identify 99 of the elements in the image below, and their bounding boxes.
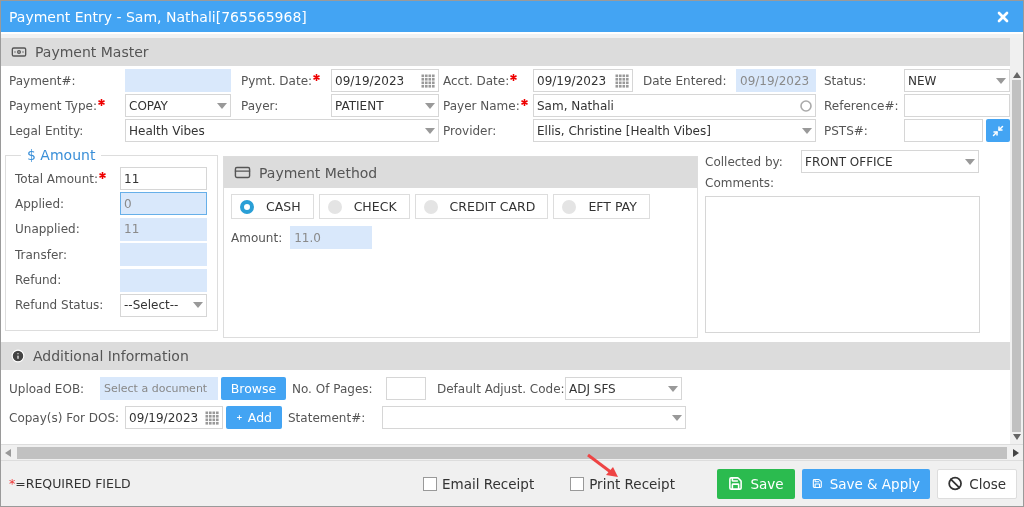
- save-icon: [812, 476, 823, 491]
- field-label: Pymt. Date:: [241, 73, 321, 88]
- field-label: Amount:: [231, 230, 283, 245]
- caret-icon: [193, 302, 203, 309]
- required-icon: [510, 73, 518, 81]
- receipt-checkbox[interactable]: Print Receipt: [570, 475, 675, 492]
- lookup-field[interactable]: Sam, Nathali: [533, 94, 816, 117]
- field-label: Unapplied:: [15, 222, 81, 237]
- field-label: Collected by:: [705, 154, 784, 169]
- field-label: Refund Status:: [15, 298, 105, 313]
- text-field[interactable]: 11: [120, 167, 207, 190]
- field-label: Applied:: [15, 196, 66, 211]
- caret-icon: [217, 102, 227, 109]
- compress-icon: [992, 124, 1004, 137]
- scroll-left-icon[interactable]: [5, 448, 11, 457]
- save-icon: [728, 476, 744, 491]
- field-label: PSTS#:: [824, 123, 868, 138]
- window-title: Payment Entry - Sam, Nathali[765565968]: [9, 8, 307, 25]
- caret-icon: [668, 385, 678, 392]
- radio-icon[interactable]: [240, 199, 254, 214]
- dropdown[interactable]: ADJ SFS: [565, 377, 682, 400]
- required-icon: [520, 98, 528, 106]
- checkbox-icon[interactable]: [423, 476, 438, 491]
- close-button[interactable]: Close: [937, 468, 1017, 499]
- required-note: *=REQUIRED FIELD: [9, 476, 131, 491]
- field-label: Payer:: [241, 98, 279, 113]
- calendar-icon[interactable]: [421, 73, 435, 88]
- field-label: Refund:: [15, 273, 63, 288]
- credit-card-icon: [234, 164, 251, 181]
- checkbox-icon[interactable]: [570, 476, 585, 491]
- dropdown[interactable]: FRONT OFFICE: [801, 150, 979, 173]
- field-label: Acct. Date:: [443, 73, 518, 88]
- field-label: Copay(s) For DOS:: [9, 410, 121, 425]
- scroll-up-icon[interactable]: [1012, 72, 1021, 78]
- radio-option[interactable]: EFT PAY: [553, 194, 650, 219]
- date-field[interactable]: 09/19/2023: [331, 69, 439, 92]
- circle-icon: [800, 99, 812, 112]
- dropdown[interactable]: COPAY: [125, 94, 231, 117]
- dropdown[interactable]: Health Vibes: [125, 119, 439, 142]
- dropdown[interactable]: PATIENT: [331, 94, 439, 117]
- radio-icon[interactable]: [327, 199, 342, 214]
- ban-icon: [948, 476, 963, 491]
- field-label: Reference#:: [824, 98, 899, 113]
- dropdown[interactable]: Ellis, Christine [Health Vibes]: [533, 119, 816, 142]
- required-icon: [313, 73, 321, 81]
- field-label: Payment Type:: [9, 98, 105, 113]
- radio-option[interactable]: CASH: [231, 194, 314, 219]
- caret-icon: [425, 127, 435, 134]
- required-icon: [99, 171, 107, 179]
- text-field[interactable]: [904, 94, 1010, 117]
- date-field[interactable]: 09/19/2023: [533, 69, 633, 92]
- section-title: Additional Information: [33, 348, 189, 364]
- horizontal-scrollbar[interactable]: [1, 444, 1023, 460]
- field-label: Statement#:: [287, 410, 367, 425]
- radio-option[interactable]: CREDIT CARD: [414, 194, 549, 219]
- radio-icon[interactable]: [562, 199, 577, 214]
- readonly-field[interactable]: [125, 69, 231, 92]
- comments-field[interactable]: [705, 196, 980, 333]
- caret-icon: [672, 414, 682, 421]
- dropdown[interactable]: NEW: [904, 69, 1010, 92]
- caret-icon: [802, 127, 812, 134]
- field-label: Default Adjust. Code:: [436, 381, 562, 396]
- receipt-checkbox[interactable]: Email Receipt: [423, 475, 535, 492]
- field-label: Date Entered:: [643, 73, 727, 88]
- text-field[interactable]: [904, 119, 983, 142]
- scroll-right-icon[interactable]: [1013, 448, 1019, 457]
- annotation-arrow: [586, 453, 620, 479]
- field-label: Total Amount:: [15, 171, 120, 186]
- date-field[interactable]: 09/19/2023: [125, 406, 223, 429]
- group-title: $ Amount: [26, 147, 97, 163]
- field-label: Status:: [824, 73, 867, 88]
- field-label: Payment#:: [9, 73, 76, 88]
- dropdown[interactable]: --Select--: [120, 293, 207, 317]
- field-label: No. Of Pages:: [291, 381, 374, 396]
- field-label: Payer Name:: [443, 98, 528, 113]
- readonly-field[interactable]: [120, 268, 207, 292]
- section-title: Payment Master: [35, 44, 149, 60]
- caret-icon: [425, 102, 435, 109]
- readonly-field[interactable]: [120, 243, 207, 267]
- field-label: Transfer:: [15, 247, 69, 262]
- calendar-icon[interactable]: [615, 73, 629, 88]
- field-label: Upload EOB:: [9, 381, 86, 396]
- text-field[interactable]: [386, 377, 426, 400]
- field-label: Legal Entity:: [9, 123, 84, 138]
- required-icon: [97, 98, 105, 106]
- file-field[interactable]: Select a document: [100, 377, 218, 400]
- scroll-down-icon[interactable]: [1012, 434, 1021, 440]
- banknote-icon: [11, 44, 27, 60]
- dropdown[interactable]: [382, 406, 686, 429]
- caret-icon: [996, 77, 1006, 84]
- field-label: Comments:: [705, 176, 776, 190]
- compress-button[interactable]: [986, 119, 1010, 142]
- field-label: Provider:: [443, 123, 497, 138]
- info-icon: [11, 349, 25, 363]
- caret-icon: [965, 158, 975, 165]
- calendar-icon[interactable]: [205, 410, 219, 425]
- radio-icon[interactable]: [423, 199, 438, 214]
- radio-option[interactable]: CHECK: [318, 194, 410, 219]
- section-title: Payment Method: [259, 164, 378, 181]
